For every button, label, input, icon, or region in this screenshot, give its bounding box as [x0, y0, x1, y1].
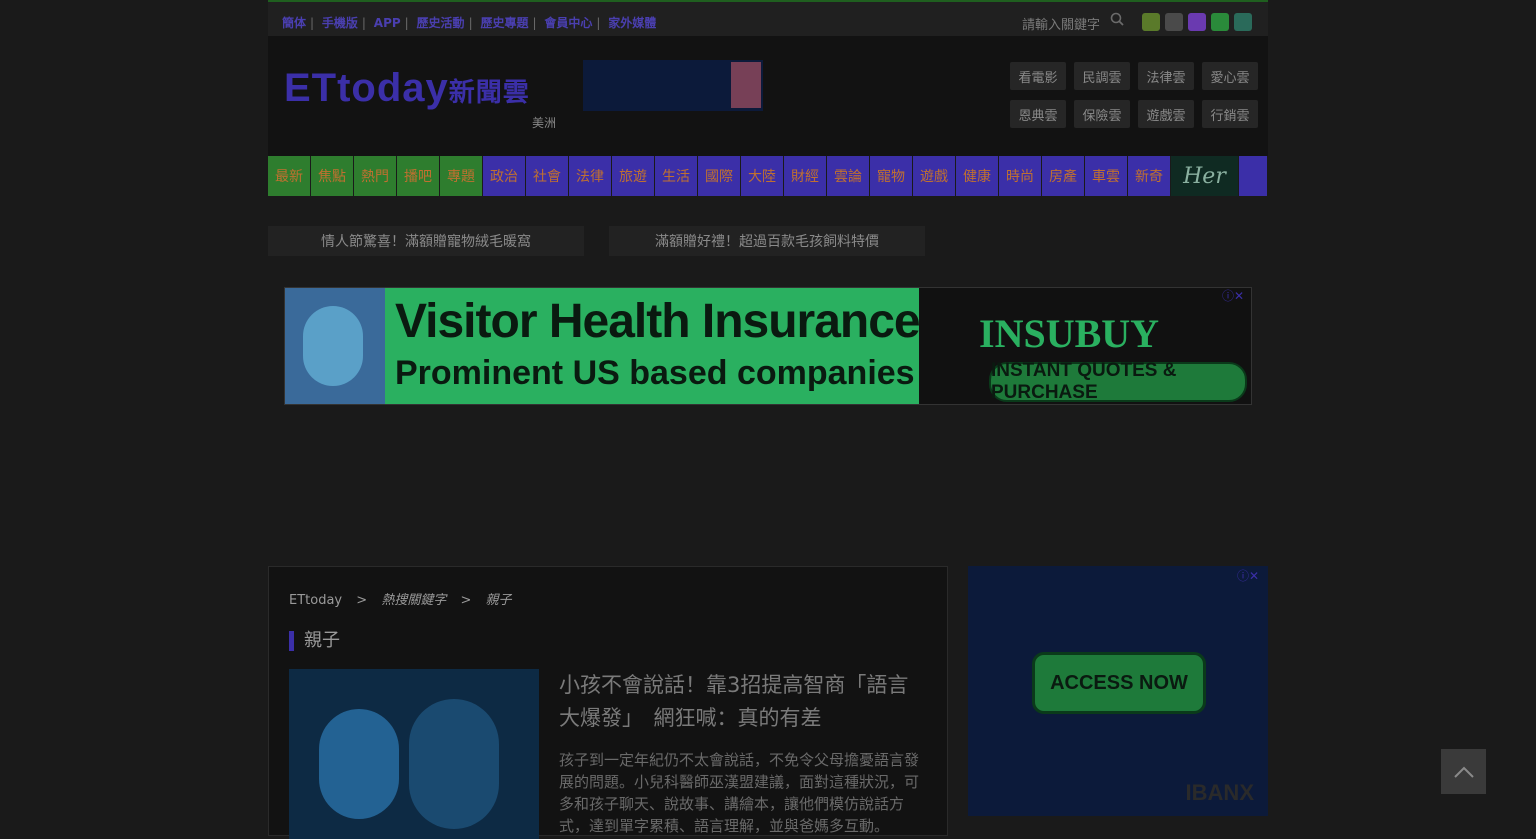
- nav-item-hot[interactable]: 熱門: [354, 156, 397, 196]
- nav-item-law[interactable]: 法律: [569, 156, 612, 196]
- header: ETtoday新聞雲 美洲 看電影 民調雲 法律雲 愛心雲 恩典雲 保險雲 遊戲…: [268, 36, 1268, 156]
- youtube-icon[interactable]: [1165, 13, 1183, 31]
- back-to-top-button[interactable]: [1441, 749, 1486, 794]
- region-label: 美洲: [532, 116, 557, 130]
- nav-item-life[interactable]: 生活: [655, 156, 698, 196]
- cart-icon: [731, 62, 761, 108]
- top-links: 簡体 | 手機版 | APP | 歷史活動 | 歷史專題 | 會員中心 | 家外媒體: [282, 16, 657, 30]
- side-ad[interactable]: ACCESS NOW IBANX: [968, 566, 1268, 816]
- link-simplified[interactable]: 簡体: [282, 16, 306, 30]
- instagram-icon[interactable]: [1188, 13, 1206, 31]
- nav-item-property[interactable]: 房產: [1042, 156, 1085, 196]
- nav-item-international[interactable]: 國際: [698, 156, 741, 196]
- breadcrumb: ETtoday > 熱搜關鍵字 > 親子: [289, 589, 512, 608]
- link-outdoor-media[interactable]: 家外媒體: [608, 16, 656, 30]
- page-title: 親子: [289, 631, 340, 651]
- site-logo[interactable]: ETtoday新聞雲: [284, 66, 530, 111]
- header-ad[interactable]: [583, 60, 763, 111]
- breadcrumb-sep: >: [356, 593, 368, 608]
- ad-close-icon[interactable]: ⓘ✕: [1237, 567, 1259, 584]
- cloud-link-insurance[interactable]: 保險雲: [1074, 100, 1130, 128]
- promo-link-1[interactable]: 情人節驚喜！滿額贈寵物絨毛暖窩: [268, 226, 584, 256]
- chevron-up-icon: [1453, 766, 1474, 778]
- link-mobile[interactable]: 手機版: [322, 16, 358, 30]
- breadcrumb-hot[interactable]: 熱搜關鍵字: [381, 593, 446, 608]
- promo-link-2[interactable]: 滿額贈好禮！超過百款毛孩飼料特價: [609, 226, 925, 256]
- search-input[interactable]: 請輸入關鍵字: [1022, 14, 1100, 33]
- nav-item-her[interactable]: Her: [1171, 156, 1239, 196]
- ad-brand-panel: INSUBUY INSTANT QUOTES & PURCHASE: [919, 288, 1251, 404]
- nav-item-opinion[interactable]: 雲論: [827, 156, 870, 196]
- ad-brand: IBANX: [1185, 780, 1254, 805]
- nav-item-pets[interactable]: 寵物: [870, 156, 913, 196]
- cloud-link-movie[interactable]: 看電影: [1010, 62, 1066, 90]
- cloud-link-poll[interactable]: 民調雲: [1074, 62, 1130, 90]
- access-now-button[interactable]: ACCESS NOW: [1032, 652, 1206, 714]
- nav-item-health[interactable]: 健康: [956, 156, 999, 196]
- link-past-events[interactable]: 歷史活動: [417, 16, 465, 30]
- ad-subheadline: Prominent US based companies: [395, 354, 915, 392]
- cloud-link-grace[interactable]: 恩典雲: [1010, 100, 1066, 128]
- ad-brand: INSUBUY: [979, 311, 1160, 356]
- ad-close-icon[interactable]: ⓘ✕: [1222, 287, 1244, 304]
- rss-icon[interactable]: [1211, 13, 1229, 31]
- link-past-topics[interactable]: 歷史專題: [480, 16, 528, 30]
- ad-photo: [285, 288, 385, 404]
- cloud-link-charity[interactable]: 愛心雲: [1202, 62, 1258, 90]
- nav-item-novelty[interactable]: 新奇: [1128, 156, 1171, 196]
- nav-item-china[interactable]: 大陸: [741, 156, 784, 196]
- nav-item-focus[interactable]: 焦點: [311, 156, 354, 196]
- article-thumbnail[interactable]: [289, 669, 539, 839]
- main-content: ETtoday > 熱搜關鍵字 > 親子 親子 小孩不會說話！靠3招提高智商「語…: [268, 566, 948, 839]
- banner-ad[interactable]: Visitor Health Insurance Prominent US ba…: [284, 287, 1252, 405]
- top-bar: 簡体 | 手機版 | APP | 歷史活動 | 歷史專題 | 會員中心 | 家外媒體 請輸入…: [268, 0, 1268, 36]
- nav-item-games[interactable]: 遊戲: [913, 156, 956, 196]
- ad-cta-button[interactable]: INSTANT QUOTES & PURCHASE: [989, 360, 1247, 403]
- search-icon[interactable]: [1110, 12, 1124, 26]
- breadcrumb-current: 親子: [485, 593, 512, 608]
- line-icon[interactable]: [1234, 13, 1252, 31]
- main-nav: 最新 焦點 熱門 播吧 專題 政治 社會 法律 旅遊 生活 國際 大陸 財經 雲…: [268, 156, 1268, 196]
- nav-item-finance[interactable]: 財經: [784, 156, 827, 196]
- facebook-icon[interactable]: [1142, 13, 1160, 31]
- link-app[interactable]: APP: [374, 16, 401, 30]
- page-wrapper: 簡体 | 手機版 | APP | 歷史活動 | 歷史專題 | 會員中心 | 家外媒體 請輸入…: [268, 0, 1268, 196]
- nav-item-topics[interactable]: 專題: [440, 156, 483, 196]
- nav-item-travel[interactable]: 旅遊: [612, 156, 655, 196]
- article-title[interactable]: 小孩不會說話！靠3招提高智商「語言大爆發」 網狂喊：真的有差: [559, 669, 929, 735]
- cloud-links: 看電影 民調雲 法律雲 愛心雲 恩典雲 保險雲 遊戲雲 行銷雲: [1010, 62, 1258, 128]
- nav-item-latest[interactable]: 最新: [268, 156, 311, 196]
- breadcrumb-home[interactable]: ETtoday: [289, 593, 342, 608]
- cloud-link-marketing[interactable]: 行銷雲: [1202, 100, 1258, 128]
- nav-item-fashion[interactable]: 時尚: [999, 156, 1042, 196]
- ad-headline: Visitor Health Insurance: [395, 295, 921, 348]
- nav-item-broadcast[interactable]: 播吧: [397, 156, 440, 196]
- cloud-link-games[interactable]: 遊戲雲: [1138, 100, 1194, 128]
- nav-item-cars[interactable]: 車雲: [1085, 156, 1128, 196]
- nav-tail: [1239, 156, 1268, 196]
- link-member-center[interactable]: 會員中心: [544, 16, 592, 30]
- nav-item-politics[interactable]: 政治: [483, 156, 526, 196]
- cloud-link-law[interactable]: 法律雲: [1138, 62, 1194, 90]
- nav-item-society[interactable]: 社會: [526, 156, 569, 196]
- breadcrumb-sep: >: [460, 593, 472, 608]
